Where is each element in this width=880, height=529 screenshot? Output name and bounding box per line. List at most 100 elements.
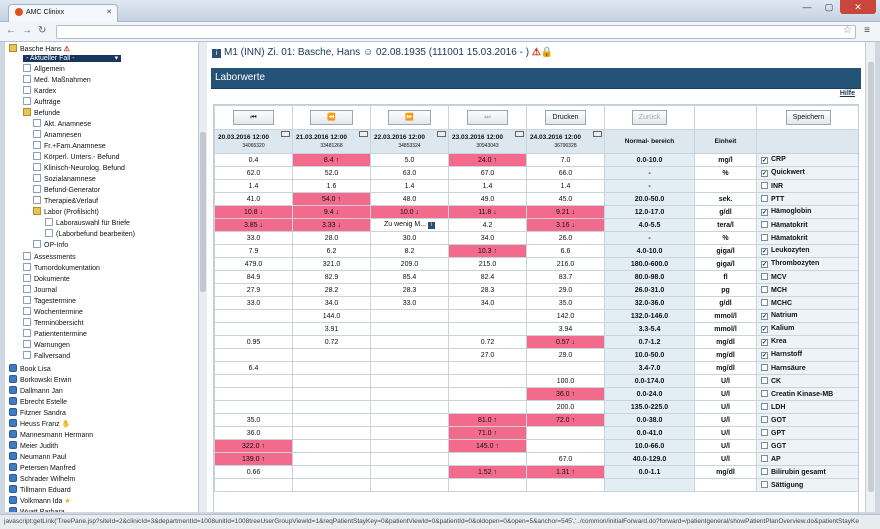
lab-value[interactable]: 81.0 ↑ [448,413,527,427]
lab-value[interactable]: 0.4 [214,153,293,167]
lab-value[interactable] [370,309,449,323]
lab-value[interactable] [370,335,449,349]
lab-value[interactable] [292,348,371,362]
lab-value[interactable]: 1.4 [370,179,449,193]
lab-value[interactable]: 1.52 ↑ [448,465,527,479]
lab-value[interactable]: 52.0 [292,166,371,180]
lab-value[interactable]: 7.9 [214,244,293,258]
lab-value[interactable]: 54.0 ↑ [292,192,371,206]
tree-item[interactable]: Heuss Franz ✋ [9,419,70,430]
lab-value[interactable] [292,478,371,492]
tree-item[interactable]: Meier Judith [9,441,58,452]
tree-item[interactable]: Wochentermine [23,307,83,318]
minimize-icon[interactable]: — [796,0,818,14]
lab-value[interactable]: 322.0 ↑ [214,439,293,453]
lab-value[interactable] [292,426,371,440]
lab-value[interactable] [214,322,293,336]
lab-value[interactable] [526,478,605,492]
lab-value[interactable]: 28.3 [448,283,527,297]
lab-value[interactable]: 6.4 [214,361,293,375]
select-checkbox[interactable] [761,390,768,397]
select-checkbox[interactable] [761,429,768,436]
lab-value[interactable]: 84.9 [214,270,293,284]
lab-value[interactable]: 9.4 ↓ [292,205,371,219]
window-close-icon[interactable]: ✕ [840,0,876,14]
select-checkbox[interactable] [761,481,768,488]
lab-value[interactable]: 28.0 [292,231,371,245]
browser-menu-icon[interactable]: ≡ [864,25,870,36]
select-checkbox[interactable] [761,455,768,462]
lab-value[interactable]: Zu wenig M... i [370,218,449,232]
tree-item[interactable]: Volkmann Ida ★ [9,496,71,507]
tree-item[interactable]: Mannesmann Hermann [9,430,93,441]
lab-value[interactable] [526,426,605,440]
lab-value[interactable] [214,374,293,388]
lab-value[interactable] [370,426,449,440]
tree-item[interactable]: Book Lisa [9,364,51,375]
select-checkbox[interactable] [761,234,768,241]
tree-item[interactable]: Schrader Wilhelm [9,474,75,485]
lab-value[interactable]: 34.0 [292,296,371,310]
lab-value[interactable]: 34.0 [448,231,527,245]
lab-value[interactable]: 71.0 ↑ [448,426,527,440]
next-button[interactable]: ⏩ [388,110,431,125]
lab-value[interactable]: 63.0 [370,166,449,180]
tree-item[interactable]: Therapie&Verlauf [33,196,98,207]
date-column-header[interactable]: 24.03.2016 12:00 36790328 [526,129,605,154]
lab-value[interactable]: 10.0 ↓ [370,205,449,219]
tree-item[interactable]: Klinisch-Neurolog. Befund [33,163,125,174]
lab-value[interactable]: 30.0 [370,231,449,245]
lab-value[interactable]: 36.0 [214,426,293,440]
lab-value[interactable]: 209.0 [370,257,449,271]
lab-value[interactable]: 29.0 [526,283,605,297]
lab-value[interactable]: 33.0 [370,296,449,310]
lab-value[interactable] [526,439,605,453]
date-column-header[interactable]: 20.03.2016 12:00 34065320 [214,129,293,154]
tree-item[interactable]: Tagestermine [23,296,76,307]
select-checkbox[interactable] [761,182,768,189]
lab-value[interactable]: 100.0 [526,374,605,388]
lab-value[interactable]: 3.85 ↓ [214,218,293,232]
forward-arrow-icon[interactable]: → [22,25,32,36]
printer-icon[interactable] [593,131,602,137]
select-checkbox[interactable] [761,299,768,306]
lab-value[interactable]: 33.0 [214,231,293,245]
tree-item[interactable]: Sozialanamnese [33,174,96,185]
date-column-header[interactable]: 23.03.2016 12:00 30943043 [448,129,527,154]
lab-value[interactable]: 33.0 [214,296,293,310]
lab-value[interactable]: 62.0 [214,166,293,180]
select-checkbox[interactable]: ✓ [761,261,768,268]
lab-value[interactable]: 24.0 ↑ [448,153,527,167]
lab-value[interactable]: 85.4 [370,270,449,284]
lab-value[interactable]: 28.2 [292,283,371,297]
sidebar-scrollbar-thumb[interactable] [200,132,206,292]
lab-value[interactable] [292,374,371,388]
lab-value[interactable] [448,478,527,492]
lab-value[interactable] [370,361,449,375]
lab-value[interactable]: 27.0 [448,348,527,362]
print-button[interactable]: Drucken [545,110,586,125]
lab-value[interactable]: 216.0 [526,257,605,271]
select-checkbox[interactable]: ✓ [761,352,768,359]
lab-value[interactable]: 8.4 ↑ [292,153,371,167]
tree-item[interactable]: Akt. Anamnese [33,119,91,130]
lab-value[interactable] [448,452,527,466]
lab-value[interactable]: 45.0 [526,192,605,206]
lab-value[interactable] [370,465,449,479]
lab-value[interactable]: 321.0 [292,257,371,271]
lab-value[interactable]: 3.33 ↓ [292,218,371,232]
tab-close-icon[interactable]: ✕ [106,8,112,16]
lab-value[interactable]: 26.0 [526,231,605,245]
lab-value[interactable] [370,400,449,414]
select-checkbox[interactable]: ✓ [761,313,768,320]
lab-value[interactable]: 3.16 ↓ [526,218,605,232]
lab-value[interactable] [292,413,371,427]
lab-value[interactable] [292,465,371,479]
lab-value[interactable]: 479.0 [214,257,293,271]
main-scrollbar[interactable] [865,42,875,512]
lab-value[interactable] [292,400,371,414]
tree-item[interactable]: Med. Maßnahmen [23,75,91,86]
lab-value[interactable]: 34.0 [448,296,527,310]
lab-value[interactable] [292,361,371,375]
reload-icon[interactable]: ↻ [38,25,46,36]
